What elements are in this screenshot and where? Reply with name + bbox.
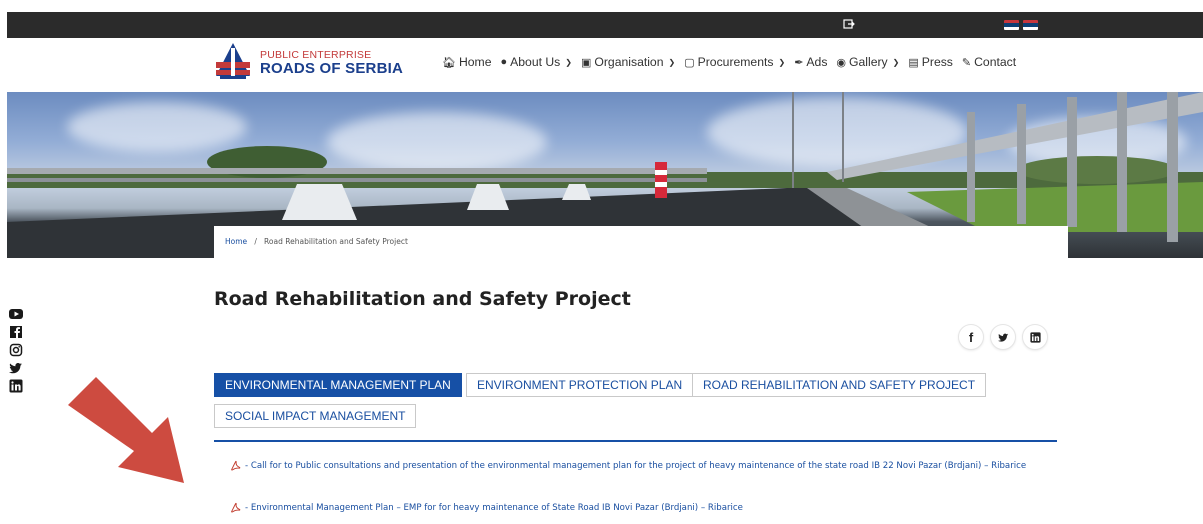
share-twitter-button[interactable]	[990, 324, 1016, 350]
nav-about-us[interactable]: ● About Us ❯	[500, 55, 572, 69]
breadcrumb: Home / Road Rehabilitation and Safety Pr…	[225, 237, 408, 246]
tab-road-rehabilitation-and-safety-project[interactable]: ROAD REHABILITATION AND SAFETY PROJECT	[692, 373, 987, 397]
twitter-icon[interactable]	[9, 360, 23, 374]
breadcrumb-home-link[interactable]: Home	[225, 237, 247, 246]
site-header: PUBLIC ENTERPRISE ROADS OF SERBIA 🏠︎ Hom…	[0, 38, 1203, 92]
roads-of-serbia-logo-icon	[214, 42, 252, 82]
home-icon: 🏠︎	[442, 56, 456, 69]
document-link-text[interactable]: - Environmental Management Plan – EMP fo…	[245, 501, 1065, 515]
tab-social-impact-management[interactable]: SOCIAL IMPACT MANAGEMENT	[214, 404, 417, 428]
share-facebook-button[interactable]: f	[958, 324, 984, 350]
sign-in-icon[interactable]	[843, 18, 855, 30]
facebook-icon[interactable]	[9, 324, 23, 338]
breadcrumb-current: Road Rehabilitation and Safety Project	[264, 237, 408, 246]
nav-gallery[interactable]: ◉ Gallery ❯	[836, 55, 899, 69]
nav-contact[interactable]: ✎ Contact	[962, 55, 1016, 69]
nav-organisation[interactable]: ▣ Organisation ❯	[581, 55, 675, 69]
nav-label: Gallery	[849, 55, 888, 69]
sitemap-icon: ▣	[580, 56, 592, 69]
instagram-icon[interactable]	[9, 342, 23, 357]
serbian-flag-icon[interactable]	[1004, 20, 1019, 30]
chevron-down-icon: ❯	[778, 57, 786, 67]
hero-banner-image: Home / Road Rehabilitation and Safety Pr…	[7, 92, 1203, 258]
camera-icon: ◉	[836, 56, 847, 69]
logo-line2: ROADS OF SERBIA	[260, 60, 404, 77]
page-title: Road Rehabilitation and Safety Project	[214, 288, 631, 310]
nav-label: Procurements	[697, 55, 774, 69]
linkedin-icon[interactable]	[9, 378, 23, 393]
chevron-down-icon: ❯	[668, 57, 676, 67]
nav-label: Organisation	[594, 55, 664, 69]
red-arrow-annotation-icon	[68, 377, 184, 483]
top-bar	[7, 12, 1203, 38]
nav-ads[interactable]: ✒ Ads	[794, 55, 827, 69]
nav-label: Press	[921, 55, 953, 69]
paperclip-icon: ✒	[794, 56, 804, 69]
main-nav: 🏠︎ Home ● About Us ❯ ▣ Organisation ❯ ▢ …	[442, 55, 1025, 69]
twitter-icon	[997, 333, 1008, 342]
pdf-icon	[231, 502, 241, 513]
breadcrumb-separator: /	[254, 237, 257, 246]
facebook-icon: f	[968, 329, 974, 345]
clipboard-icon: ▢	[684, 56, 695, 69]
breadcrumb-bar: Home / Road Rehabilitation and Safety Pr…	[214, 226, 1068, 258]
youtube-icon[interactable]	[9, 306, 23, 320]
linkedin-icon	[1029, 331, 1041, 343]
social-sidebar	[9, 306, 23, 396]
chevron-down-icon: ❯	[892, 57, 900, 67]
pdf-icon	[231, 460, 241, 471]
nav-label: Home	[458, 55, 492, 69]
user-icon: ●	[500, 56, 508, 68]
chevron-down-icon: ❯	[565, 57, 572, 67]
share-linkedin-button[interactable]	[1022, 324, 1048, 350]
document-link-text[interactable]: - Call for to Public consultations and p…	[245, 459, 1065, 473]
nav-home[interactable]: 🏠︎ Home	[442, 55, 491, 69]
nav-label: Ads	[806, 55, 828, 69]
site-logo[interactable]: PUBLIC ENTERPRISE ROADS OF SERBIA	[214, 42, 403, 84]
nav-procurements[interactable]: ▢ Procurements ❯	[684, 55, 785, 69]
tab-environment-protection-plan[interactable]: ENVIRONMENT PROTECTION PLAN	[466, 373, 694, 397]
nav-label: Contact	[974, 55, 1017, 69]
nav-label: About Us	[510, 55, 561, 69]
newspaper-icon: ▤	[908, 56, 919, 69]
tab-content-panel: - Call for to Public consultations and p…	[214, 440, 1057, 524]
nav-press[interactable]: ▤ Press	[908, 55, 953, 69]
edit-icon: ✎	[961, 56, 972, 69]
tab-environmental-management-plan[interactable]: ENVIRONMENTAL MANAGEMENT PLAN	[214, 373, 462, 397]
serbian-flag-icon[interactable]	[1023, 20, 1038, 30]
